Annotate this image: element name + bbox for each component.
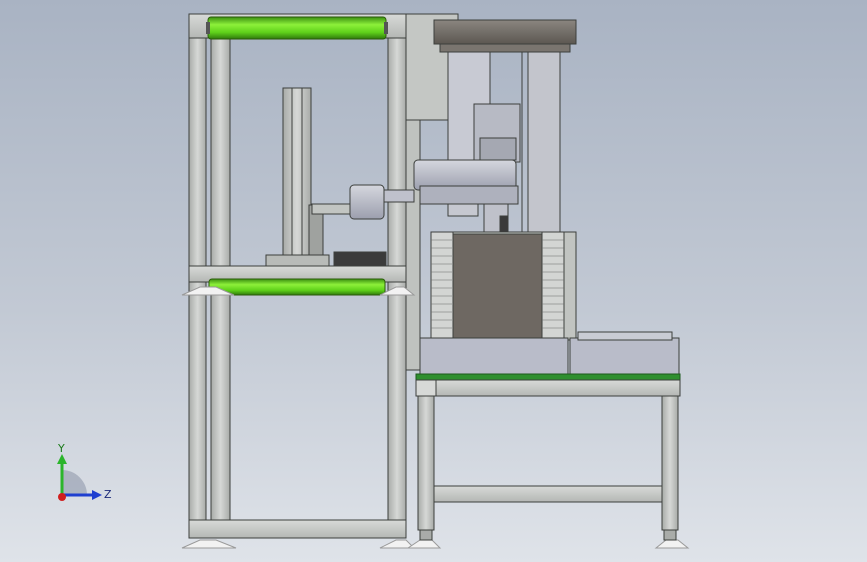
coordinate-triad: Y Z xyxy=(57,442,112,501)
cad-viewport[interactable]: Y Z xyxy=(0,0,867,562)
top-roller xyxy=(206,16,388,40)
z-axis-arrowhead xyxy=(92,490,102,500)
triad-plane-indicator xyxy=(62,470,87,495)
x-axis-point xyxy=(58,493,66,501)
y-axis-arrowhead xyxy=(57,454,67,464)
conveyor-belt xyxy=(415,373,681,381)
z-axis-label: Z xyxy=(104,488,112,501)
vertical-linear-axis xyxy=(265,87,387,267)
assembly-model-view[interactable] xyxy=(0,0,867,562)
y-axis-label: Y xyxy=(57,442,65,455)
conveyor-table-frame xyxy=(415,379,681,541)
conveyor-housing xyxy=(419,331,680,375)
middle-roller xyxy=(208,278,386,296)
